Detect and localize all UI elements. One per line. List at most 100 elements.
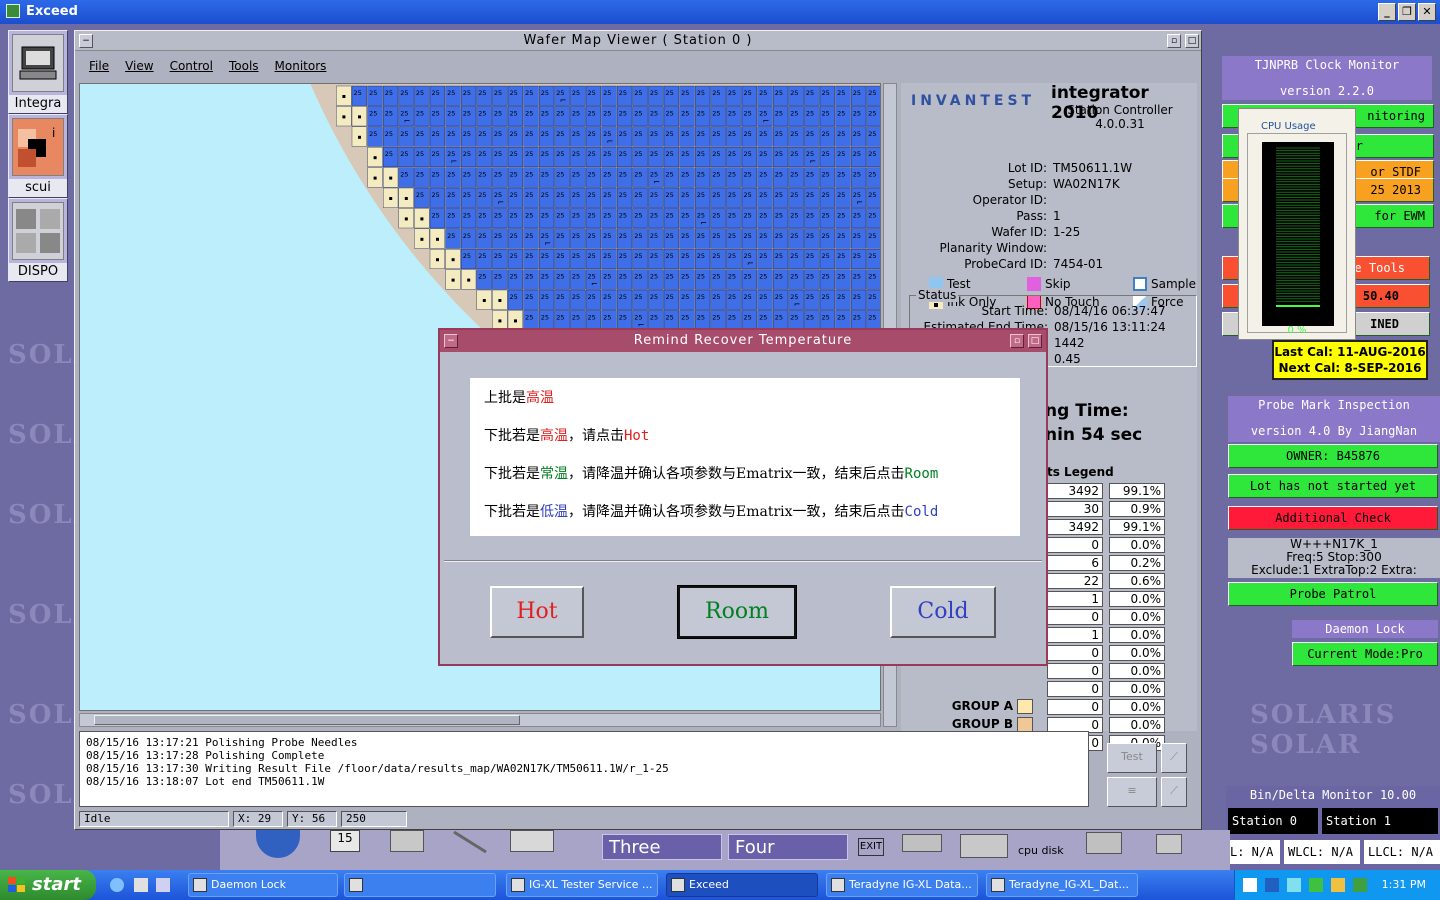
globe-icon[interactable] bbox=[256, 830, 300, 858]
lot-status-button[interactable]: Lot has not started yet bbox=[1228, 474, 1438, 498]
die-value: 25 bbox=[712, 293, 720, 301]
die-value: 25 bbox=[650, 293, 658, 301]
file-manager-icon[interactable] bbox=[390, 830, 424, 852]
tray-icon[interactable] bbox=[1353, 878, 1367, 892]
die-value: 25 bbox=[416, 191, 424, 199]
menu-bar: File View Control Tools Monitors bbox=[79, 55, 326, 77]
room-button[interactable]: Room bbox=[677, 585, 797, 639]
dialog-minimize-button[interactable]: ▫ bbox=[1010, 334, 1024, 348]
task-console[interactable] bbox=[344, 873, 496, 897]
menu-view[interactable]: View bbox=[125, 55, 153, 77]
station0-label[interactable]: Station 0 bbox=[1228, 808, 1318, 834]
die-value: 25 bbox=[494, 232, 502, 240]
scroll-thumb[interactable] bbox=[94, 715, 520, 725]
horizontal-scrollbar[interactable] bbox=[79, 713, 881, 727]
dialog-maximize-button[interactable]: □ bbox=[1028, 334, 1042, 348]
die-value: 25 bbox=[728, 130, 736, 138]
die-value: 25 bbox=[432, 89, 440, 97]
workspace-four[interactable]: Four bbox=[728, 834, 848, 860]
die-value: 25 bbox=[744, 171, 752, 179]
text-editor-icon[interactable] bbox=[450, 830, 490, 854]
die-value: 25 bbox=[541, 109, 549, 117]
tool-icon-button[interactable]: ⟋ bbox=[1161, 777, 1187, 807]
die-value: 25 bbox=[837, 89, 845, 97]
die-value: 25 bbox=[478, 211, 486, 219]
die-value: 25 bbox=[806, 273, 814, 281]
launcher-integra[interactable]: Integra bbox=[8, 30, 68, 114]
hot-button[interactable]: Hot bbox=[490, 586, 584, 638]
die-value: 25 bbox=[369, 130, 377, 138]
menu-monitors[interactable]: Monitors bbox=[275, 55, 327, 77]
test-button[interactable]: Test bbox=[1107, 743, 1157, 773]
die-value: 25 bbox=[541, 191, 549, 199]
task-igxl-service[interactable]: IG-XL Tester Service ... bbox=[506, 873, 658, 897]
die-value: 25 bbox=[463, 130, 471, 138]
die-value: 25 bbox=[728, 89, 736, 97]
die-value: 25 bbox=[525, 252, 533, 260]
die-value: 25 bbox=[806, 252, 814, 260]
task-teradyne-data[interactable]: Teradyne IG-XL Data... bbox=[826, 873, 978, 897]
mail-icon[interactable] bbox=[510, 830, 554, 852]
current-mode-button[interactable]: Current Mode:Pro bbox=[1292, 642, 1438, 666]
launcher-scui[interactable]: i scui bbox=[8, 114, 68, 198]
minimize-button[interactable]: ▫ bbox=[1167, 34, 1181, 48]
tray-icon[interactable] bbox=[1265, 878, 1279, 892]
die-value: 25 bbox=[494, 273, 502, 281]
quick-launch-icon[interactable] bbox=[156, 878, 170, 892]
die-value: 25 bbox=[697, 273, 705, 281]
start-button[interactable]: start bbox=[0, 870, 96, 900]
die-value: 25 bbox=[837, 191, 845, 199]
tray-icon[interactable] bbox=[1309, 878, 1323, 892]
launcher-dispo[interactable]: DISPO bbox=[8, 198, 68, 282]
die-value: 25 bbox=[556, 171, 564, 179]
dialog-menu-button[interactable]: − bbox=[444, 334, 458, 348]
help-icon[interactable] bbox=[1243, 878, 1257, 892]
tray-icon[interactable] bbox=[1287, 878, 1301, 892]
additional-check-button[interactable]: Additional Check bbox=[1228, 506, 1438, 530]
die-value: 25 bbox=[837, 171, 845, 179]
tool-icon-button[interactable]: ≡ bbox=[1107, 777, 1157, 807]
die-value: 25 bbox=[432, 171, 440, 179]
quick-launch-ie-icon[interactable] bbox=[110, 878, 124, 892]
trash-icon[interactable] bbox=[1156, 834, 1182, 854]
die-value: 25 bbox=[432, 191, 440, 199]
station1-label[interactable]: Station 1 bbox=[1322, 808, 1438, 834]
die-value: 25 bbox=[790, 171, 798, 179]
bin-row: GROUP A 0 0.0% bbox=[901, 699, 1197, 715]
task-daemon-lock[interactable]: Daemon Lock bbox=[188, 873, 338, 897]
minimize-button[interactable]: _ bbox=[1378, 3, 1396, 21]
maximize-button[interactable]: □ bbox=[1185, 34, 1199, 48]
die-value: 25 bbox=[697, 252, 705, 260]
maximize-button[interactable]: ❐ bbox=[1398, 3, 1416, 21]
task-exceed[interactable]: Exceed bbox=[666, 873, 818, 897]
calendar-icon[interactable]: 15 bbox=[330, 830, 360, 852]
die-value: 25 bbox=[712, 232, 720, 240]
die-value: 25 bbox=[806, 130, 814, 138]
probe-patrol-button[interactable]: Probe Patrol bbox=[1228, 582, 1438, 606]
die-value: 25 bbox=[541, 211, 549, 219]
cold-button[interactable]: Cold bbox=[890, 586, 996, 638]
die-value: 25 bbox=[400, 150, 408, 158]
quick-launch-icon[interactable] bbox=[134, 878, 148, 892]
die-value: 25 bbox=[400, 130, 408, 138]
die-value: 25 bbox=[541, 150, 549, 158]
close-button[interactable]: ✕ bbox=[1418, 3, 1436, 21]
printer-icon[interactable] bbox=[902, 834, 942, 852]
workspace-three[interactable]: Three bbox=[602, 834, 722, 860]
exit-button[interactable]: EXIT bbox=[858, 838, 884, 856]
tray-icon[interactable] bbox=[1331, 878, 1345, 892]
menu-control[interactable]: Control bbox=[170, 55, 213, 77]
die-value: 25 bbox=[510, 171, 518, 179]
die-value: 25 bbox=[478, 150, 486, 158]
die-value: 25 bbox=[775, 232, 783, 240]
window-menu-button[interactable]: − bbox=[79, 34, 93, 48]
menu-tools[interactable]: Tools bbox=[229, 55, 259, 77]
die-value: 25 bbox=[385, 130, 393, 138]
app-manager-icon[interactable] bbox=[1086, 832, 1122, 854]
menu-file[interactable]: File bbox=[89, 55, 109, 77]
owner-button[interactable]: OWNER: B45876 bbox=[1228, 444, 1438, 468]
task-teradyne-dat[interactable]: Teradyne_IG-XL_Dat... bbox=[986, 873, 1138, 897]
die-value: 25 bbox=[697, 293, 705, 301]
tool-icon-button[interactable]: ⟋ bbox=[1161, 743, 1187, 773]
style-manager-icon[interactable] bbox=[960, 834, 1008, 858]
